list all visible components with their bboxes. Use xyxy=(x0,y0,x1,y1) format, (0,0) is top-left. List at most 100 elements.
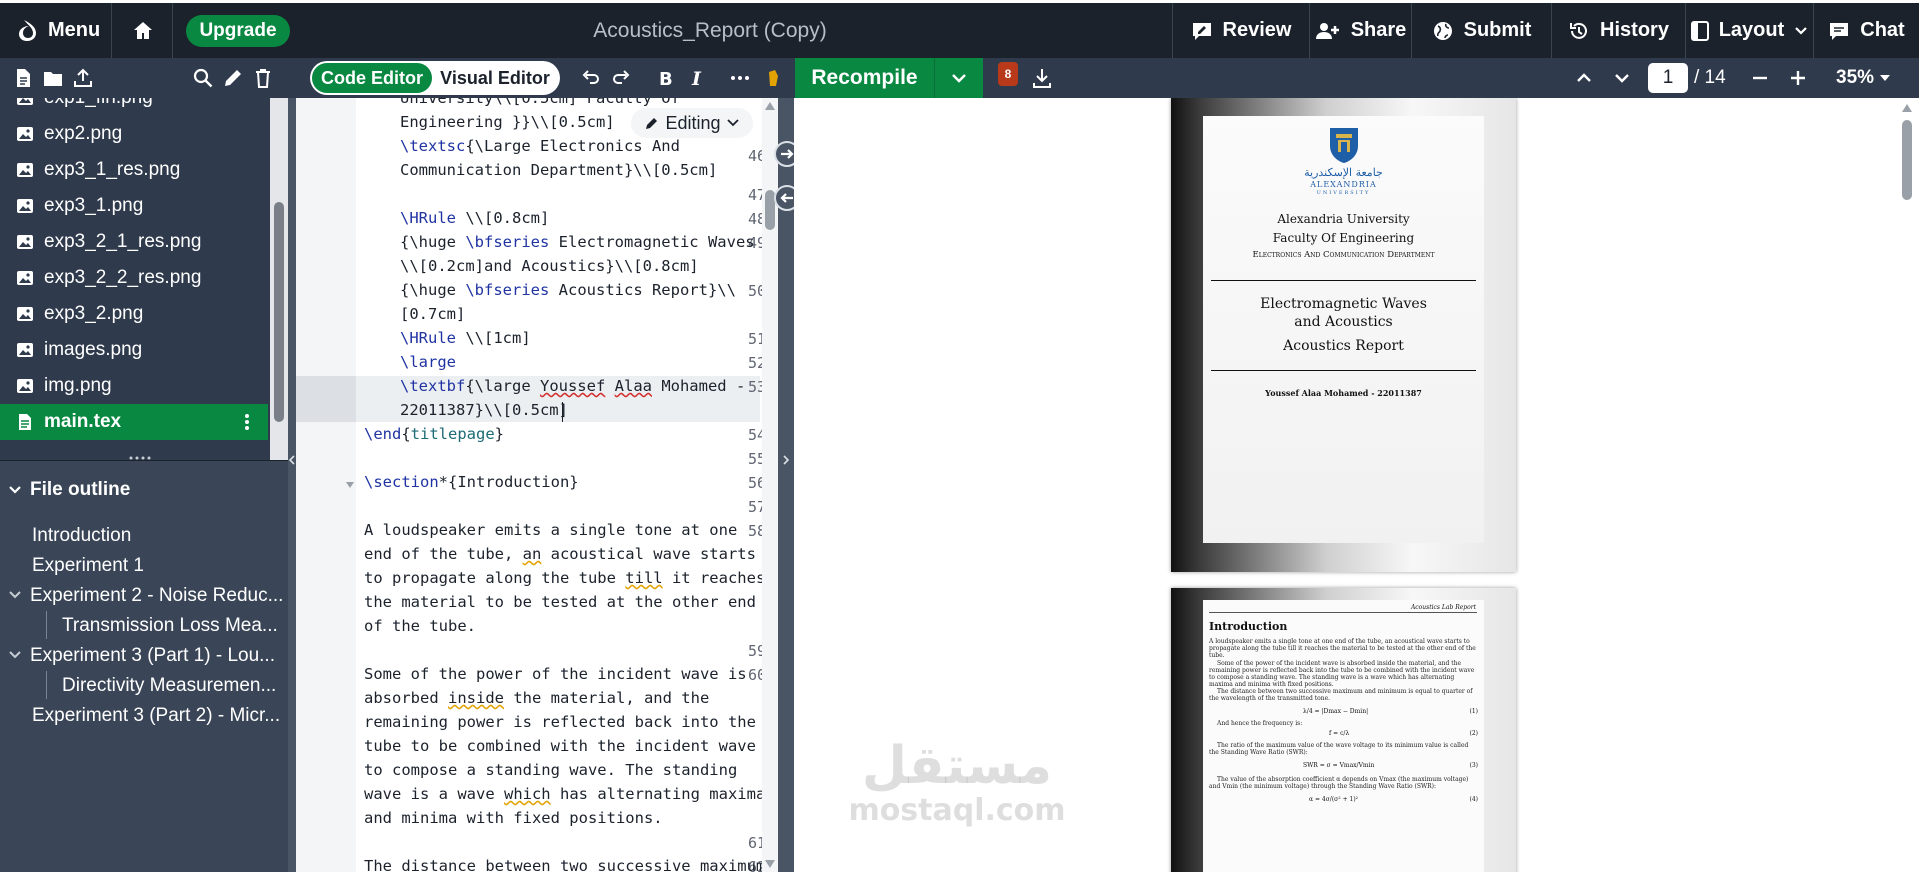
logs-button[interactable]: 8 xyxy=(995,58,1023,98)
share-button[interactable]: Share xyxy=(1310,3,1412,58)
rename-pencil-icon[interactable] xyxy=(222,67,244,89)
resize-handle-icon[interactable] xyxy=(128,455,152,461)
image-file-icon xyxy=(16,341,34,359)
pdf-scrollbar[interactable] xyxy=(1895,98,1919,872)
undo-icon[interactable] xyxy=(578,66,602,90)
collapse-arrow-icon[interactable] xyxy=(782,454,790,466)
zoom-in-icon[interactable] xyxy=(1786,66,1810,90)
fold-caret-icon[interactable] xyxy=(346,482,354,488)
search-icon[interactable] xyxy=(192,67,214,89)
code-line: absorbed inside the material, and the xyxy=(364,689,709,707)
code-line: tube to be combined with the incident wa… xyxy=(364,737,756,755)
review-button[interactable]: Review xyxy=(1172,3,1310,58)
sidebar-resizer[interactable] xyxy=(288,98,296,872)
outline-item[interactable]: Directivity Measuremen... xyxy=(62,672,282,700)
zoom-level: 35% xyxy=(1836,67,1875,88)
code-line: Communication Department}\\[0.5cm] xyxy=(400,161,718,179)
recompile-options-button[interactable] xyxy=(935,58,983,98)
chevron-down-icon[interactable] xyxy=(8,648,22,662)
upload-icon[interactable] xyxy=(72,67,94,89)
new-folder-icon[interactable] xyxy=(42,67,64,89)
pdf-paragraph: Some of the power of the incident wave i… xyxy=(1209,660,1475,688)
outline-title: File outline xyxy=(30,479,131,500)
layout-button[interactable]: Layout xyxy=(1686,3,1814,58)
code-text: it reaches xyxy=(662,569,766,587)
download-pdf-icon[interactable] xyxy=(1030,66,1054,90)
italic-icon[interactable]: I xyxy=(686,66,710,90)
file-item[interactable]: exp3_2.png xyxy=(0,296,268,332)
menu-button[interactable]: Menu xyxy=(0,3,112,58)
scroll-down-arrow-icon[interactable] xyxy=(765,860,775,868)
chat-button[interactable]: Chat xyxy=(1814,3,1919,58)
next-page-icon[interactable] xyxy=(1610,66,1634,90)
scrollbar-thumb[interactable] xyxy=(1902,120,1912,200)
chevron-down-icon[interactable] xyxy=(8,588,22,602)
new-file-icon[interactable] xyxy=(12,67,34,89)
outline-item[interactable]: Experiment 1 xyxy=(32,552,282,580)
delete-trash-icon[interactable] xyxy=(252,67,274,89)
grammar-suggestion[interactable]: an xyxy=(523,545,542,563)
zoom-out-icon[interactable] xyxy=(1748,66,1772,90)
layout-label: Layout xyxy=(1718,19,1785,41)
editor-scrollbar[interactable] xyxy=(762,98,778,872)
file-options-icon[interactable] xyxy=(244,413,250,431)
file-name: exp3_2_1_res.png xyxy=(44,231,202,252)
home-button[interactable] xyxy=(113,3,173,58)
page-total: / 14 xyxy=(1694,67,1726,88)
editor-pdf-resizer[interactable] xyxy=(774,98,800,872)
file-item[interactable]: exp2.png xyxy=(0,116,268,152)
code-editor-button[interactable]: Code Editor xyxy=(312,63,432,93)
file-item[interactable]: img.png xyxy=(0,368,268,404)
collapse-arrow-icon[interactable] xyxy=(288,454,296,466)
bold-icon[interactable]: B xyxy=(654,66,678,90)
file-item[interactable]: exp3_1_res.png xyxy=(0,152,268,188)
code-text: {\large xyxy=(465,377,540,395)
more-options-icon[interactable] xyxy=(728,66,752,90)
image-file-icon xyxy=(16,98,34,107)
latex-command: \bfseries xyxy=(465,233,550,251)
university-logo-icon xyxy=(1327,124,1361,164)
outline-item[interactable]: Experiment 3 (Part 2) - Micr... xyxy=(32,702,282,730)
file-name: exp1_fin.png xyxy=(44,98,153,109)
scroll-up-arrow-icon[interactable] xyxy=(1902,104,1912,112)
page-number-input[interactable]: 1 xyxy=(1648,63,1688,93)
code-editor[interactable]: 46 47 48 49 50 51 52 53 54 55 56 57 58 5… xyxy=(296,98,778,872)
spelling-error[interactable]: Youssef xyxy=(540,377,605,395)
file-tree-scrollbar[interactable] xyxy=(270,98,288,460)
upgrade-button[interactable]: Upgrade xyxy=(186,15,290,47)
grammar-suggestion[interactable]: till xyxy=(625,569,662,587)
code-text: {\Large Electronics And xyxy=(465,137,680,155)
file-item[interactable]: images.png xyxy=(0,332,268,368)
submit-button[interactable]: Submit xyxy=(1412,3,1552,58)
outline-item[interactable]: Experiment 2 - Noise Reduc... xyxy=(30,582,282,610)
scroll-up-arrow-icon[interactable] xyxy=(765,102,775,110)
outline-item[interactable]: Transmission Loss Mea... xyxy=(62,612,282,640)
grammar-suggestion[interactable]: inside xyxy=(448,689,504,707)
file-item-active[interactable]: main.tex xyxy=(0,404,268,440)
zoom-select[interactable]: 35% xyxy=(1836,58,1891,98)
code-line: University\\[0.5cm] Faculty Of xyxy=(400,98,680,107)
outline-item[interactable]: Introduction xyxy=(32,522,282,550)
visual-editor-button[interactable]: Visual Editor xyxy=(432,63,558,93)
file-item[interactable]: exp3_2_1_res.png xyxy=(0,224,268,260)
logo-subtext: UNIVERSITY xyxy=(1316,190,1371,196)
recompile-button[interactable]: Recompile xyxy=(795,58,935,98)
pdf-page-1: جامعة الإسكندرية ALEXANDRIA UNIVERSITY A… xyxy=(1171,98,1516,572)
equation-number: (2) xyxy=(1469,730,1479,737)
file-item[interactable]: exp1_fin.png xyxy=(0,98,268,116)
code-line: \end{titlepage} xyxy=(364,425,504,443)
file-item[interactable]: exp3_1.png xyxy=(0,188,268,224)
code-text: *{Introduction} xyxy=(438,473,579,491)
outline-item[interactable]: Experiment 3 (Part 1) - Lou... xyxy=(30,642,282,670)
chat-icon xyxy=(1828,21,1850,41)
file-item[interactable]: exp3_2_2_res.png xyxy=(0,260,268,296)
history-button[interactable]: History xyxy=(1552,3,1686,58)
pdf-preview[interactable]: جامعة الإسكندرية ALEXANDRIA UNIVERSITY A… xyxy=(794,98,1919,872)
grammar-suggestion[interactable]: which xyxy=(504,785,551,803)
watermark-english: mostaql.com xyxy=(848,793,1066,828)
scrollbar-thumb[interactable] xyxy=(274,202,284,422)
previous-page-icon[interactable] xyxy=(1572,66,1596,90)
redo-icon[interactable] xyxy=(610,66,634,90)
editing-mode-dropdown[interactable]: Editing xyxy=(631,108,753,138)
spelling-error[interactable]: Alaa xyxy=(615,377,652,395)
